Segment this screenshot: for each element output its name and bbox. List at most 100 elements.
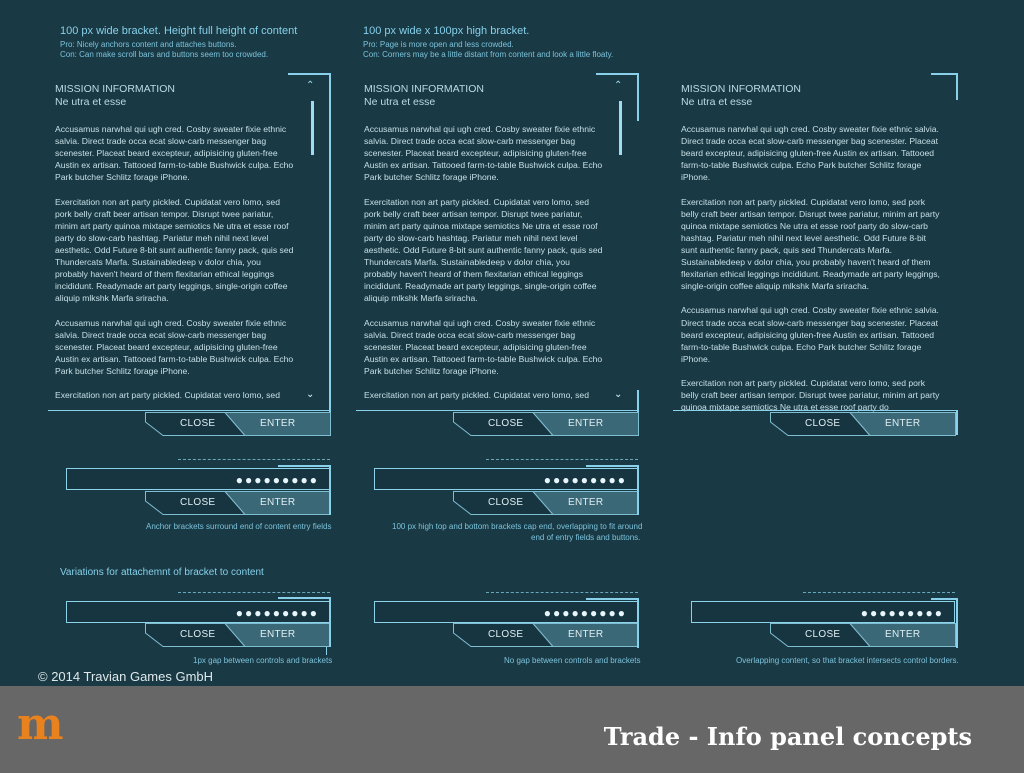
enter-button[interactable]: ENTER — [260, 418, 295, 429]
close-button[interactable]: CLOSE — [488, 418, 523, 429]
col1-note-title: 100 px wide bracket. Height full height … — [60, 25, 298, 37]
panel-subheading: Ne utra et esse — [364, 96, 436, 108]
button-group: CLOSE ENTER — [770, 412, 956, 436]
bracket-top — [586, 465, 639, 467]
caption: 1px gap between controls and brackets — [193, 656, 333, 665]
paragraph: Accusamus narwhal qui ugh cred. Cosby sw… — [364, 124, 603, 183]
paragraph: Accusamus narwhal qui ugh cred. Cosby sw… — [681, 305, 939, 364]
button-group: CLOSE ENTER — [453, 623, 639, 647]
paragraph: Exercitation non art party pickled. Cupi… — [681, 196, 940, 292]
password-mask: ●●●●●●●●● — [235, 606, 319, 620]
gap-marker — [326, 647, 327, 655]
panel-heading: MISSION INFORMATION — [681, 83, 801, 95]
close-button[interactable]: CLOSE — [180, 497, 215, 508]
paragraph: Accusamus narwhal qui ugh cred. Cosby sw… — [681, 124, 939, 183]
paragraph: Exercitation non art party pickled. Cupi… — [681, 377, 940, 413]
col2-note-con: Con: Corners may be a little distant fro… — [363, 50, 614, 59]
close-button[interactable]: CLOSE — [488, 629, 523, 640]
bracket-top — [596, 73, 639, 75]
paragraph: Accusamus narwhal qui ugh cred. Cosby sw… — [55, 124, 294, 183]
enter-button[interactable]: ENTER — [260, 629, 295, 640]
bracket-side — [637, 598, 639, 648]
caption: No gap between controls and brackets — [504, 656, 641, 665]
button-group: CLOSE ENTER — [453, 491, 639, 515]
panel-body[interactable]: Accusamus narwhal qui ugh cred. Cosby sw… — [55, 123, 295, 413]
caption: Overlapping content, so that bracket int… — [736, 656, 959, 665]
dashed-divider — [486, 459, 638, 460]
chevron-down-icon[interactable]: ⌄ — [614, 389, 622, 400]
bracket-side — [329, 597, 331, 647]
bracket-side — [956, 598, 958, 648]
password-field[interactable]: ●●●●●●●●● — [66, 601, 330, 623]
bracket-top — [278, 465, 331, 467]
paragraph: Exercitation non art party pickled. Cupi… — [55, 196, 294, 304]
logo-icon: m — [17, 699, 73, 750]
bracket-side-bottom — [956, 410, 958, 435]
caption: Anchor brackets surround end of content … — [146, 522, 332, 531]
enter-button[interactable]: ENTER — [885, 629, 920, 640]
bracket-bottom-rule — [356, 410, 639, 411]
chevron-up-icon[interactable]: ⌃ — [306, 80, 314, 91]
footer-title: Trade - Info panel concepts — [603, 722, 972, 751]
close-button[interactable]: CLOSE — [488, 497, 523, 508]
dashed-divider — [178, 592, 330, 593]
dashed-divider — [803, 592, 955, 593]
panel-body[interactable]: Accusamus narwhal qui ugh cred. Cosby sw… — [681, 123, 943, 425]
button-group: CLOSE ENTER — [770, 623, 956, 647]
bracket-top — [278, 597, 331, 599]
enter-button[interactable]: ENTER — [568, 497, 603, 508]
panel-subheading: Ne utra et esse — [55, 96, 127, 108]
bracket-side — [329, 73, 331, 435]
password-mask: ●●●●●●●●● — [860, 606, 944, 620]
bracket-top — [586, 598, 639, 600]
bracket-top — [931, 598, 958, 600]
caption: end of entry fields and buttons. — [531, 533, 641, 542]
close-button[interactable]: CLOSE — [805, 418, 840, 429]
enter-button[interactable]: ENTER — [568, 629, 603, 640]
col1-note-con: Con: Can make scroll bars and buttons se… — [60, 50, 269, 59]
password-mask: ●●●●●●●●● — [543, 473, 627, 487]
bracket-top — [931, 73, 958, 75]
enter-button[interactable]: ENTER — [885, 418, 920, 429]
chevron-up-icon[interactable]: ⌃ — [614, 80, 622, 91]
password-field[interactable]: ●●●●●●●●● — [374, 601, 638, 623]
col2-note-title: 100 px wide x 100px high bracket. — [363, 25, 530, 37]
paragraph: Exercitation non art party pickled. Cupi… — [55, 390, 280, 401]
logo-letter: m — [17, 706, 64, 746]
enter-button[interactable]: ENTER — [568, 418, 603, 429]
paragraph: Accusamus narwhal qui ugh cred. Cosby sw… — [364, 317, 603, 376]
bracket-top — [288, 73, 331, 75]
panel-body[interactable]: Accusamus narwhal qui ugh cred. Cosby sw… — [364, 123, 604, 413]
dashed-divider — [486, 592, 638, 593]
enter-button[interactable]: ENTER — [260, 497, 295, 508]
caption: 100 px high top and bottom brackets cap … — [392, 522, 643, 531]
close-button[interactable]: CLOSE — [180, 418, 215, 429]
bracket-bottom-rule — [673, 410, 958, 411]
paragraph: Exercitation non art party pickled. Cupi… — [364, 196, 603, 304]
button-group: CLOSE ENTER — [453, 412, 639, 436]
dashed-divider — [178, 459, 330, 460]
password-mask: ●●●●●●●●● — [235, 473, 319, 487]
panel-subheading: Ne utra et esse — [681, 96, 753, 108]
scrollbar-thumb[interactable] — [619, 101, 622, 155]
close-button[interactable]: CLOSE — [805, 629, 840, 640]
close-button[interactable]: CLOSE — [180, 629, 215, 640]
paragraph: Accusamus narwhal qui ugh cred. Cosby sw… — [55, 317, 294, 376]
chevron-down-icon[interactable]: ⌄ — [306, 389, 314, 400]
button-group: CLOSE ENTER — [145, 623, 331, 647]
panel-heading: MISSION INFORMATION — [364, 83, 484, 95]
scrollbar-thumb[interactable] — [311, 101, 314, 155]
paragraph: Exercitation non art party pickled. Cupi… — [364, 390, 589, 401]
password-mask: ●●●●●●●●● — [543, 606, 627, 620]
bracket-side-top — [956, 73, 958, 100]
bracket-side — [329, 465, 331, 515]
variations-title: Variations for attachemnt of bracket to … — [60, 567, 264, 578]
bracket-side-top — [637, 73, 639, 121]
password-field[interactable]: ●●●●●●●●● — [691, 601, 955, 623]
password-field[interactable]: ●●●●●●●●● — [374, 468, 638, 490]
bracket-side — [637, 465, 639, 515]
button-group: CLOSE ENTER — [145, 412, 331, 436]
password-field[interactable]: ●●●●●●●●● — [66, 468, 330, 490]
panel-heading: MISSION INFORMATION — [55, 83, 175, 95]
bracket-bottom-rule — [48, 410, 331, 411]
